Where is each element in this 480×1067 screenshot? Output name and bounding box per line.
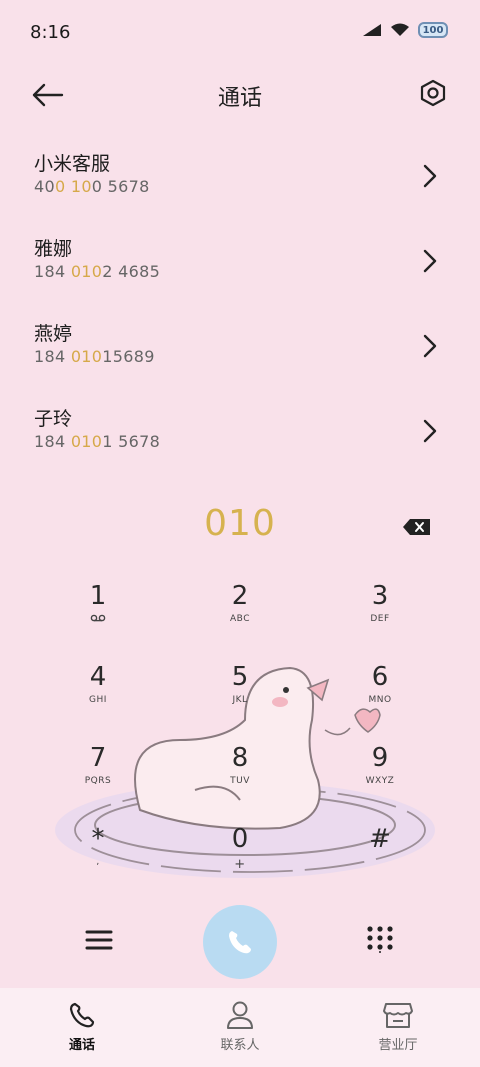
key-letters: + xyxy=(234,857,246,872)
page-title: 通话 xyxy=(217,86,262,111)
battery-level: 100 xyxy=(422,24,444,36)
key-digit: # xyxy=(369,824,391,854)
key-hash[interactable]: # xyxy=(310,823,450,903)
nav-contacts[interactable]: 联系人 xyxy=(195,1000,285,1053)
key-digit: 3 xyxy=(371,581,389,611)
phone-icon xyxy=(229,931,251,954)
key-digit: 8 xyxy=(231,743,249,773)
contact-number: 400 100 5678 xyxy=(34,177,150,196)
key-digit: * xyxy=(91,824,105,854)
key-3[interactable]: 3 DEF xyxy=(310,580,450,660)
nav-label: 通话 xyxy=(68,1038,95,1053)
nav-label: 营业厅 xyxy=(378,1038,418,1053)
contact-name: 子玲 xyxy=(34,408,73,430)
key-letters xyxy=(310,857,450,869)
menu-icon[interactable] xyxy=(85,927,113,953)
key-digit: 2 xyxy=(231,581,249,611)
key-letters: WXYZ xyxy=(365,776,395,786)
key-6[interactable]: 6 MNO xyxy=(310,661,450,741)
key-digit: 6 xyxy=(371,662,389,692)
contact-number: 184 0101 5678 xyxy=(34,432,161,451)
signal-icon xyxy=(363,24,381,36)
key-digit: 1 xyxy=(89,581,107,611)
contact-name: 雅娜 xyxy=(34,238,73,260)
call-button[interactable] xyxy=(203,905,277,979)
header: 通话 xyxy=(0,70,480,120)
chevron-right-icon[interactable] xyxy=(422,248,438,274)
status-bar: 8:16 100 xyxy=(0,0,480,64)
status-time: 8:16 xyxy=(30,22,71,43)
key-digit: 9 xyxy=(371,743,389,773)
chevron-right-icon[interactable] xyxy=(422,163,438,189)
nav-store[interactable]: 营业厅 xyxy=(353,1000,443,1053)
dialpad-grid-icon[interactable] xyxy=(366,925,394,953)
nav-calls[interactable]: 通话 xyxy=(37,1000,127,1053)
key-digit: 5 xyxy=(231,662,249,692)
contact-number: 184 01015689 xyxy=(34,347,155,366)
settings-hexagon-icon[interactable] xyxy=(418,78,448,108)
result-item[interactable]: 子玲 184 0101 5678 xyxy=(0,390,480,475)
key-digit: 0 xyxy=(231,824,249,854)
key-letters: ABC xyxy=(230,614,250,624)
key-digit: 7 xyxy=(89,743,107,773)
result-item[interactable]: 小米客服 400 100 5678 xyxy=(0,135,480,220)
result-item[interactable]: 燕婷 184 01015689 xyxy=(0,305,480,390)
key-4[interactable]: 4 GHI xyxy=(28,661,168,741)
contact-name: 小米客服 xyxy=(34,153,111,175)
key-letters: GHI xyxy=(89,695,107,705)
key-8[interactable]: 8 TUV xyxy=(170,742,310,822)
backspace-icon[interactable] xyxy=(402,517,432,537)
store-icon xyxy=(383,1003,413,1028)
key-7[interactable]: 7 PQRS xyxy=(28,742,168,822)
key-digit: 4 xyxy=(89,662,107,692)
voicemail-icon xyxy=(28,614,168,626)
person-icon xyxy=(227,1001,253,1029)
nav-label: 联系人 xyxy=(220,1038,260,1053)
key-letters: DEF xyxy=(370,614,390,624)
battery-icon: 100 xyxy=(418,22,448,38)
wifi-icon xyxy=(391,23,409,36)
key-2[interactable]: 2 ABC xyxy=(170,580,310,660)
key-letters: JKL xyxy=(232,695,248,705)
phone-icon xyxy=(69,1002,95,1028)
key-0[interactable]: 0 + xyxy=(170,823,310,903)
contact-number: 184 0102 4685 xyxy=(34,262,161,281)
key-letters: PQRS xyxy=(84,776,112,786)
chevron-right-icon[interactable] xyxy=(422,333,438,359)
bottom-navigation: 通话 联系人 营业厅 xyxy=(0,988,480,1067)
chevron-right-icon[interactable] xyxy=(422,418,438,444)
key-5[interactable]: 5 JKL xyxy=(170,661,310,741)
contact-name: 燕婷 xyxy=(34,323,73,345)
status-icons: 100 xyxy=(362,22,448,38)
key-1[interactable]: 1 xyxy=(28,580,168,660)
key-letters: MNO xyxy=(368,695,392,705)
key-9[interactable]: 9 WXYZ xyxy=(310,742,450,822)
key-star[interactable]: * , xyxy=(28,823,168,903)
key-letters: TUV xyxy=(230,776,250,786)
dialer-actions xyxy=(0,905,480,981)
search-results-list: 小米客服 400 100 5678 雅娜 184 0102 4685 燕婷 18… xyxy=(0,135,480,475)
key-letters: , xyxy=(96,857,100,867)
result-item[interactable]: 雅娜 184 0102 4685 xyxy=(0,220,480,305)
